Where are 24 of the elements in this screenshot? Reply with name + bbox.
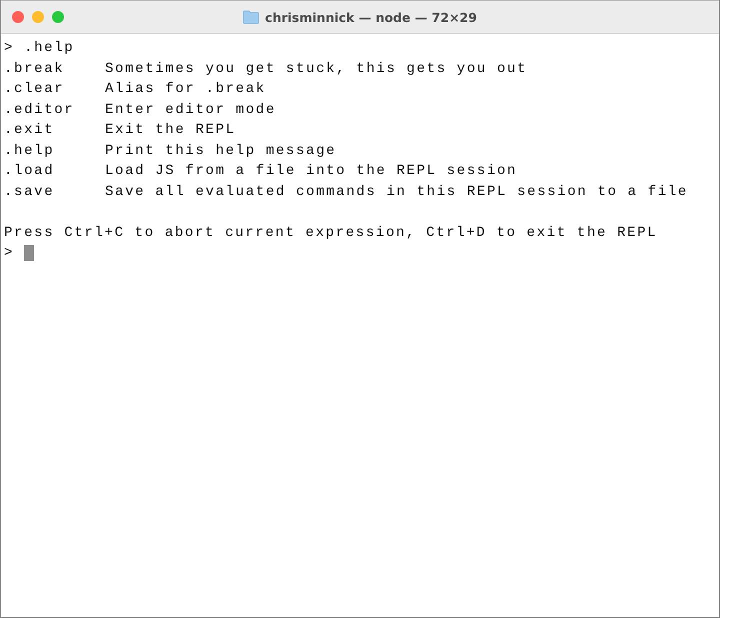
command-name: .exit bbox=[4, 122, 56, 138]
command-name: .break bbox=[4, 60, 66, 77]
command-name: .help bbox=[4, 142, 56, 159]
typed-command: .help bbox=[24, 40, 74, 56]
text-cursor bbox=[24, 245, 34, 262]
window-title: chrisminnick — node — 72×29 bbox=[265, 10, 477, 24]
command-name: .editor bbox=[4, 102, 76, 118]
command-description: Enter editor mode bbox=[105, 102, 276, 118]
command-description: Load JS from a file into the REPL session bbox=[105, 163, 518, 180]
command-description: Alias for .break bbox=[105, 81, 266, 98]
command-name: .save bbox=[4, 184, 56, 200]
command-description: Exit the REPL bbox=[105, 122, 236, 138]
zoom-button[interactable] bbox=[52, 11, 64, 23]
command-name: .load bbox=[4, 163, 56, 180]
close-button[interactable] bbox=[12, 11, 24, 23]
folder-icon bbox=[243, 10, 260, 24]
minimize-button[interactable] bbox=[32, 11, 44, 23]
prompt-symbol: > bbox=[4, 245, 14, 262]
command-description: Print this help message bbox=[105, 142, 336, 159]
help-footer: Press Ctrl+C to abort current expression, Ctrl+D to exit the REPL bbox=[4, 224, 658, 241]
command-description: Sometimes you get stuck, this gets you out bbox=[105, 60, 528, 77]
command-description: Save all evaluated commands in this REPL session to a file bbox=[105, 184, 688, 200]
command-name: .clear bbox=[4, 81, 66, 98]
prompt-symbol: > bbox=[4, 40, 14, 56]
